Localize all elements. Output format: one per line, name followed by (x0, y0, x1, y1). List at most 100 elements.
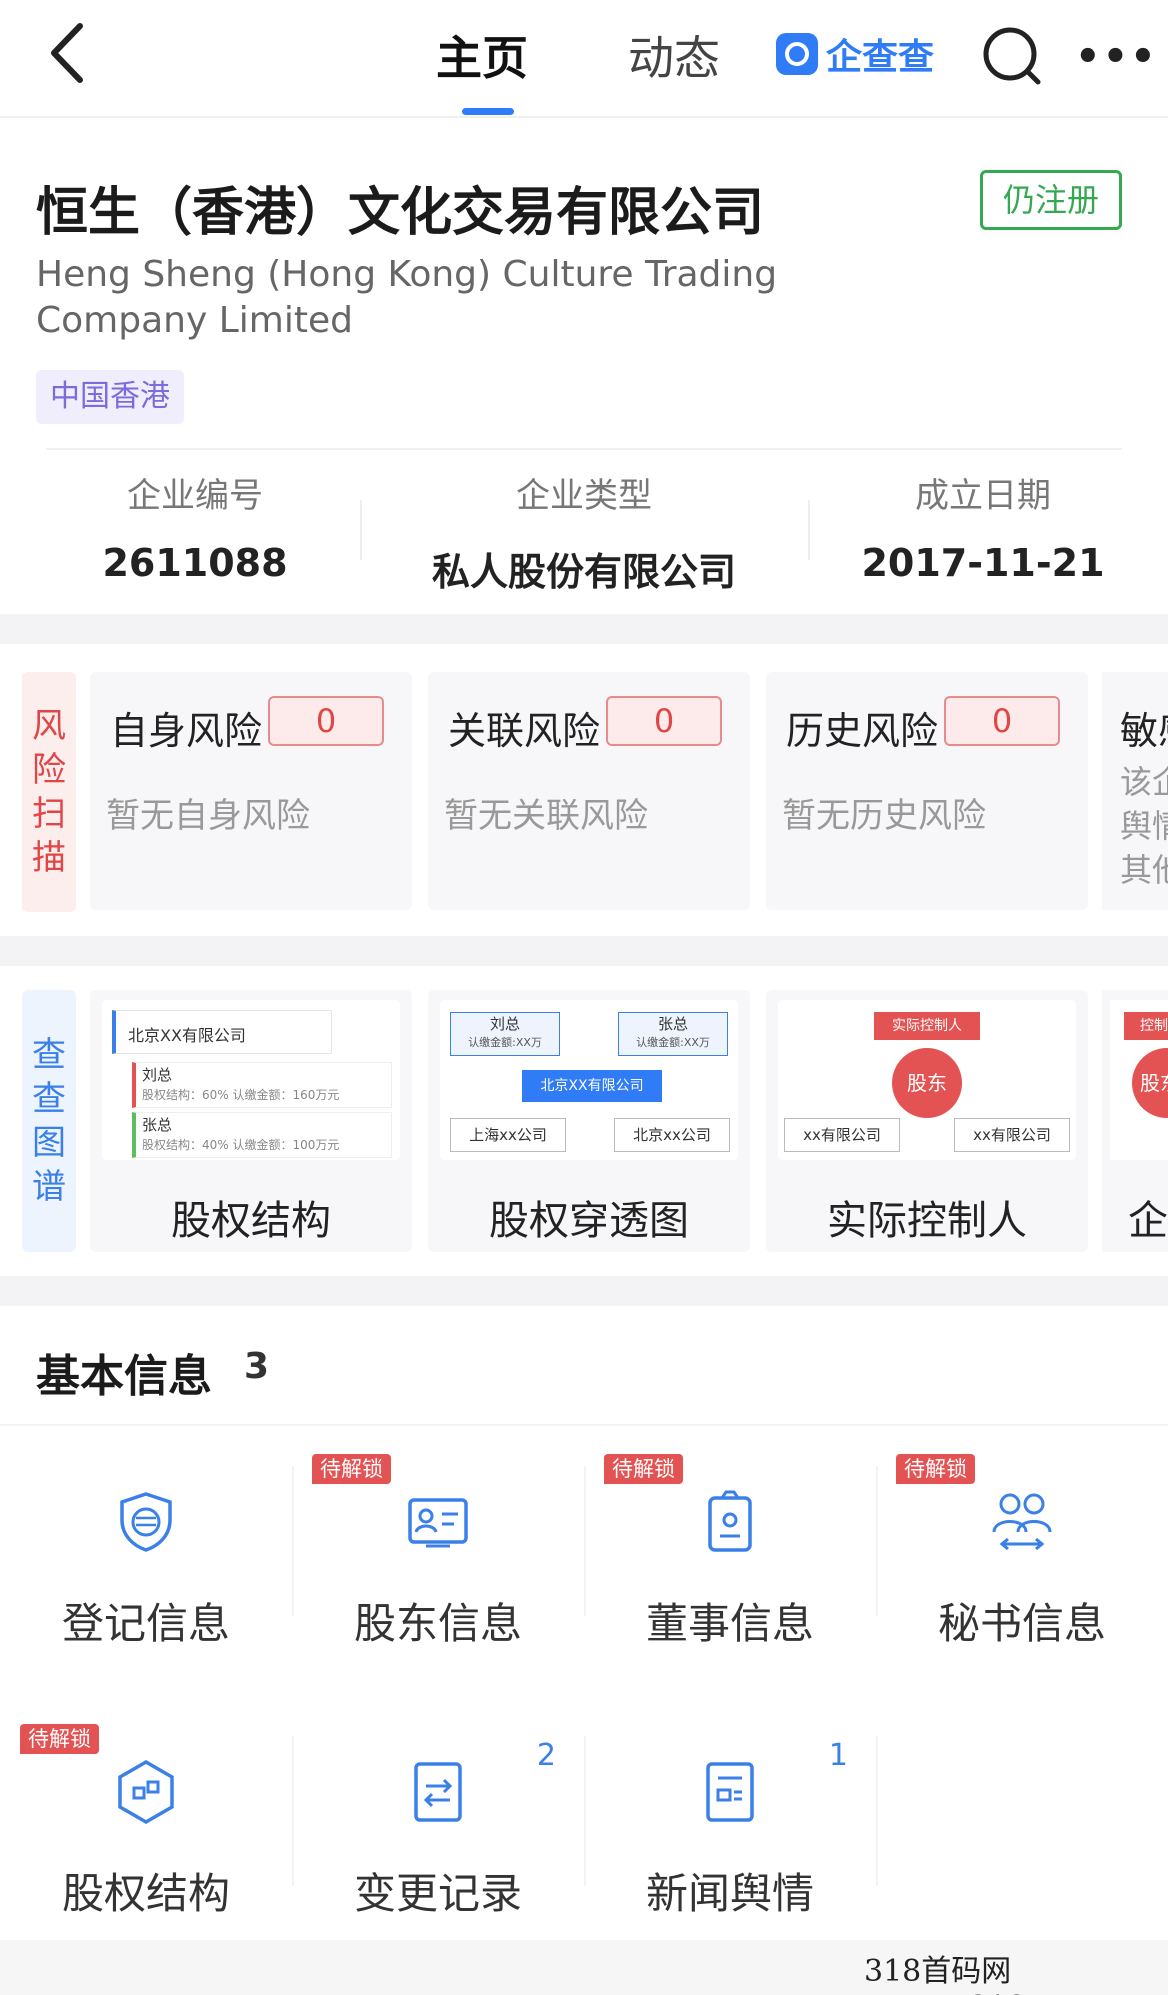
grid-item-registration[interactable]: 登记信息 (0, 1428, 292, 1668)
thumb-person-name: 张总 (142, 1116, 173, 1134)
thumb-company: 北京XX有限公司 (128, 1026, 246, 1045)
grid-item-directors[interactable]: 待解锁 董事信息 (584, 1428, 876, 1668)
thumb-sub-company: xx有限公司 (784, 1118, 900, 1152)
risk-scan-char: 描 (32, 838, 66, 878)
grid-item-label: 新闻舆情 (645, 1869, 814, 1918)
grid-separator (876, 1736, 878, 1886)
company-name: 恒生（香港）文化交易有限公司 (36, 183, 765, 243)
graph-card-partial[interactable]: 控制 股东 企业 (1102, 990, 1168, 1252)
risk-card-history[interactable]: 历史风险 0 暂无历史风险 (766, 672, 1088, 910)
active-tab-indicator (462, 108, 514, 115)
equity-thumbnail: 北京XX有限公司 刘总 股权结构：60% 认缴金额：160万元 张总 股权结构：… (102, 1000, 400, 1160)
brand-logo[interactable]: 企查查 (776, 28, 934, 80)
thumb-shareholder-sub: 认缴金额:XX万 (636, 1036, 710, 1049)
thumb-controller-badge: 控制 (1124, 1012, 1168, 1040)
stat-company-type: 企业类型 私人股份有限公司 (389, 460, 779, 596)
penetration-thumbnail: 刘总 认缴金额:XX万 张总 认缴金额:XX万 北京XX有限公司 上海xx公司 … (440, 1000, 738, 1160)
risk-count-badge: 0 (606, 696, 722, 746)
risk-scan-char: 险 (32, 750, 66, 790)
grid-item-shareholders[interactable]: 待解锁 股东信息 (292, 1428, 584, 1668)
risk-scan-char: 风 (32, 706, 66, 746)
region-tag[interactable]: 中国香港 (36, 370, 184, 424)
graph-card-title: 企业 (1128, 1198, 1168, 1244)
people-icon (988, 1488, 1056, 1556)
hexagon-icon (112, 1758, 180, 1826)
graph-section-label: 查 查 图 谱 (22, 990, 76, 1252)
grid-item-news[interactable]: 1 新闻舆情 (584, 1698, 876, 1938)
qcc-logo-icon (776, 33, 818, 75)
risk-count-badge: 0 (944, 696, 1060, 746)
stat-value: 2017-11-21 (861, 541, 1105, 585)
thumb-center-company: 北京XX有限公司 (522, 1070, 662, 1102)
stat-separator (360, 500, 362, 560)
section-gap (0, 936, 1168, 966)
grid-item-label: 董事信息 (645, 1599, 814, 1648)
thumb-shareholder-name: 张总 (657, 1015, 688, 1033)
shield-icon (112, 1488, 180, 1556)
graph-card-title: 实际控制人 (827, 1198, 1027, 1244)
stat-value: 2611088 (102, 541, 288, 585)
locked-badge: 待解锁 (312, 1454, 391, 1484)
badge-icon (696, 1488, 764, 1556)
back-arrow-icon[interactable] (40, 18, 100, 88)
basic-info-title: 基本信息 (36, 1351, 212, 1402)
risk-title: 自身风险 (110, 709, 263, 753)
grid-item-equity[interactable]: 待解锁 股权结构 (0, 1698, 292, 1938)
risk-scan-char: 扫 (32, 794, 66, 834)
risk-desc: 暂无关联风险 (444, 796, 648, 836)
thumb-shareholder-sub: 认缴金额:XX万 (468, 1036, 542, 1049)
locked-badge: 待解锁 (20, 1724, 99, 1754)
count-badge: 1 (828, 1738, 848, 1773)
stat-value: 私人股份有限公司 (431, 550, 736, 594)
graph-label-char: 查 (32, 1079, 66, 1119)
locked-badge: 待解锁 (604, 1454, 683, 1484)
grid-item-changes[interactable]: 2 变更记录 (292, 1698, 584, 1938)
company-stats: 企业编号 2611088 企业类型 私人股份有限公司 成立日期 2017-11-… (0, 460, 1168, 600)
risk-desc: 暂无自身风险 (106, 796, 310, 836)
stat-company-number: 企业编号 2611088 (0, 460, 390, 585)
document-icon (696, 1758, 764, 1826)
thumb-person-text: 股权结构：60% 认缴金额：160万元 (142, 1088, 340, 1102)
brand-name: 企查查 (826, 37, 935, 78)
stat-label: 成立日期 (915, 476, 1051, 516)
grid-item-label: 秘书信息 (937, 1599, 1106, 1648)
grid-item-secretary[interactable]: 待解锁 秘书信息 (876, 1428, 1168, 1668)
thumb-shareholder-name: 刘总 (489, 1015, 520, 1033)
risk-title: 关联风险 (448, 709, 601, 753)
graph-label-char: 谱 (32, 1167, 66, 1207)
company-english-name: Heng Sheng (Hong Kong) Culture Trading C… (36, 254, 778, 341)
divider (0, 1424, 1168, 1426)
search-icon[interactable] (978, 22, 1048, 92)
risk-desc-line: 舆情 (1120, 807, 1168, 845)
grid-item-label: 登记信息 (61, 1599, 230, 1648)
thumb-sub-company: 上海xx公司 (450, 1118, 566, 1152)
graph-card-controller[interactable]: 实际控制人 股东 xx有限公司 xx有限公司 实际控制人 (766, 990, 1088, 1252)
divider (46, 448, 1122, 450)
watermark: 318首码网 www.E318.cn (864, 1954, 1072, 1995)
id-card-icon (404, 1488, 472, 1556)
risk-count-badge: 0 (268, 696, 384, 746)
partial-thumbnail: 控制 股东 (1110, 1000, 1168, 1160)
thumb-shareholder-circle: 股东 (1132, 1048, 1168, 1118)
section-gap (0, 614, 1168, 644)
thumb-sub-company: xx有限公司 (954, 1118, 1070, 1152)
swap-icon (404, 1758, 472, 1826)
stat-founded-date: 成立日期 2017-11-21 (788, 460, 1168, 585)
status-badge: 仍注册 (980, 170, 1122, 230)
risk-card-related[interactable]: 关联风险 0 暂无关联风险 (428, 672, 750, 910)
tab-activity[interactable]: 动态 (628, 22, 720, 88)
risk-card-self[interactable]: 自身风险 0 暂无自身风险 (90, 672, 412, 910)
tab-home[interactable]: 主页 (436, 22, 528, 88)
thumb-shareholder-left: 刘总 认缴金额:XX万 (450, 1012, 560, 1056)
graph-card-penetration[interactable]: 刘总 认缴金额:XX万 张总 认缴金额:XX万 北京XX有限公司 上海xx公司 … (428, 990, 750, 1252)
risk-card-sensitive[interactable]: 敏感 该企 舆情 其他 (1102, 672, 1168, 910)
company-header: 恒生（香港）文化交易有限公司 仍注册 Heng Sheng (Hong Kong… (0, 120, 1168, 620)
more-icon[interactable]: ••• (1075, 34, 1158, 80)
top-nav: 主页 动态 企查查 ••• (0, 0, 1168, 118)
section-gap (0, 1276, 1168, 1306)
graph-card-equity[interactable]: 北京XX有限公司 刘总 股权结构：60% 认缴金额：160万元 张总 股权结构：… (90, 990, 412, 1252)
thumb-sub-company: 北京xx公司 (614, 1118, 730, 1152)
risk-desc: 该企 舆情 其他 (1120, 760, 1168, 892)
stat-label: 企业编号 (127, 476, 263, 516)
risk-title: 敏感 (1120, 709, 1168, 753)
